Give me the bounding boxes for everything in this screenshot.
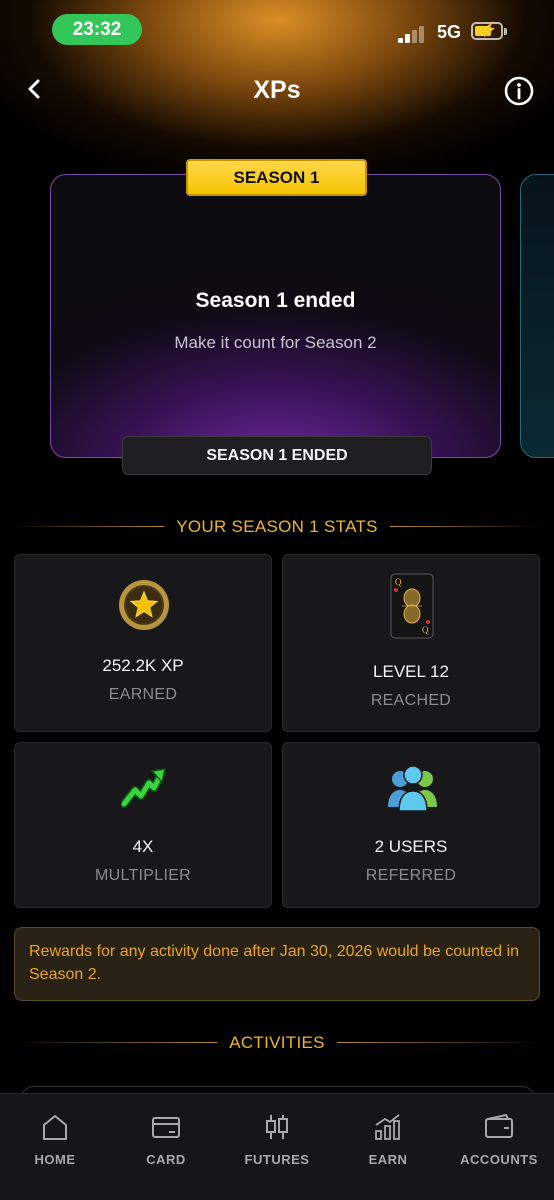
stats-section-header: YOUR SEASON 1 STATS [12, 515, 542, 539]
nav-label: CARD [146, 1152, 186, 1167]
stat-card-multiplier: 4X MULTIPLIER [14, 742, 272, 908]
svg-text:Q: Q [395, 577, 402, 587]
card-icon [152, 1117, 180, 1138]
nav-item-accounts[interactable]: ACCOUNTS [444, 1094, 554, 1184]
header: XPs [0, 64, 554, 116]
battery-icon: ⚡ [471, 21, 507, 40]
season-card-title: Season 1 ended [195, 289, 356, 312]
activities-section-title: ACTIVITIES [229, 1033, 325, 1052]
nav-label: EARN [368, 1152, 408, 1167]
page-title: XPs [253, 76, 301, 104]
nav-item-earn[interactable]: EARN [333, 1094, 443, 1184]
season-card[interactable] [50, 174, 501, 458]
nav-item-futures[interactable]: FUTURES [222, 1094, 332, 1184]
nav-item-home[interactable]: HOME [0, 1094, 110, 1184]
candlestick-icon [266, 1115, 288, 1139]
network-type: 5G [437, 22, 462, 42]
stat-label: REFERRED [365, 867, 457, 884]
stat-card-referred: 2 USERS REFERRED [282, 742, 540, 908]
status-bar: 23:32 5G ⚡ [0, 0, 554, 60]
trending-arrow-icon [120, 767, 167, 814]
next-season-card[interactable] [520, 174, 554, 458]
season-badge: SEASON 1 [186, 159, 367, 196]
bottom-nav: HOME CARD FUTURES EARN ACCOUNTS [0, 1093, 554, 1200]
stat-value: 4X [132, 837, 154, 856]
nav-item-card[interactable]: CARD [111, 1094, 221, 1184]
level-card-icon: Q Q [390, 573, 434, 644]
stat-label: REACHED [370, 692, 452, 709]
stat-value: 252.2K XP [102, 656, 184, 675]
svg-text:Q: Q [422, 625, 429, 635]
stat-card-xp: 252.2K XP EARNED [14, 554, 272, 732]
star-coin-icon [118, 579, 170, 636]
users-icon [385, 763, 441, 818]
activities-section-header: ACTIVITIES [12, 1031, 542, 1055]
nav-label: HOME [34, 1152, 76, 1167]
season-ended-button[interactable]: SEASON 1 ENDED [122, 436, 432, 475]
stat-value: LEVEL 12 [373, 662, 449, 681]
stat-label: MULTIPLIER [94, 867, 192, 884]
status-time: 23:32 [52, 14, 142, 45]
nav-label: ACCOUNTS [460, 1152, 538, 1167]
season-card-subtitle: Make it count for Season 2 [174, 333, 377, 352]
xps-screen: 23:32 5G ⚡ XPs SEASON 1 Season 1 ended M… [0, 0, 554, 1200]
info-button[interactable] [503, 75, 535, 107]
season-notice: Rewards for any activity done after Jan … [14, 927, 540, 1001]
wallet-icon [485, 1113, 513, 1138]
signal-icon [398, 25, 428, 43]
nav-label: FUTURES [244, 1152, 310, 1167]
stat-card-level: Q Q LEVEL 12 REACHED [282, 554, 540, 732]
stats-section-title: YOUR SEASON 1 STATS [176, 517, 378, 536]
earn-chart-icon [375, 1114, 400, 1140]
home-icon [43, 1115, 67, 1140]
stat-label: EARNED [108, 686, 178, 703]
info-icon [504, 76, 534, 106]
stat-value: 2 USERS [374, 837, 448, 856]
